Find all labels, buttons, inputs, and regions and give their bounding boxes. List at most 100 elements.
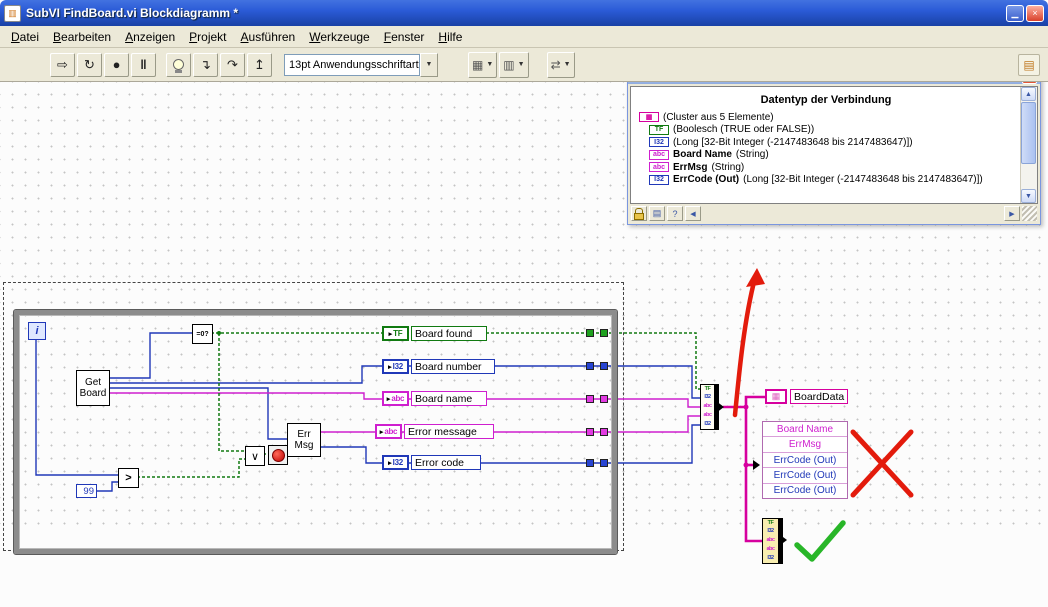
tunnel-string[interactable] <box>600 395 608 403</box>
highlight-execution-button[interactable] <box>166 52 191 77</box>
detailed-help-button[interactable]: ▤ <box>649 206 665 221</box>
menu-bar: Datei Bearbeiten Anzeigen Projekt Ausführen W… <box>0 26 1048 48</box>
minimize-button[interactable]: ▁ <box>1006 4 1024 22</box>
tunnel-boolean[interactable] <box>600 329 608 337</box>
menu-item-ausfhren[interactable]: Ausführen <box>234 28 303 46</box>
abort-button[interactable]: ● <box>104 52 129 77</box>
menu-item-datei[interactable]: Datei <box>4 28 46 46</box>
int-type-icon: I32 <box>649 137 669 148</box>
board-found-label[interactable]: Board found <box>411 326 487 341</box>
tunnel-int[interactable] <box>600 362 608 370</box>
bundle-row: I32 <box>704 394 711 401</box>
boarddata-label[interactable]: BoardData <box>790 389 849 404</box>
bundle-rows: TF I32 abc abc I32 <box>763 519 778 563</box>
step-over-button[interactable]: ↷ <box>220 52 245 77</box>
pause-button[interactable]: ‖ <box>131 52 156 77</box>
help-button[interactable]: ? <box>667 206 683 221</box>
abort-icon: ● <box>112 57 121 72</box>
tunnel-int[interactable] <box>586 362 594 370</box>
menu-item-projekt[interactable]: Projekt <box>182 28 233 46</box>
menu-item-hilfe[interactable]: Hilfe <box>431 28 469 46</box>
tunnel-string[interactable] <box>586 395 594 403</box>
reorder-objects-dropdown[interactable]: ⇄ ▼ <box>546 51 575 78</box>
font-selector[interactable]: 13pt Anwendungsschriftart ▼ <box>284 52 438 77</box>
output-arrow-icon: ▸ <box>388 363 392 371</box>
loop-condition-terminal[interactable] <box>268 445 288 465</box>
cluster-list-row[interactable]: ErrCode (Out) <box>763 468 847 484</box>
menu-item-anzeigen[interactable]: Anzeigen <box>118 28 182 46</box>
stop-icon <box>271 448 285 462</box>
align-objects-dropdown[interactable]: ▦ ▼ <box>468 51 498 78</box>
context-help-heading: Datentyp der Verbindung <box>760 94 892 106</box>
distribute-objects-dropdown[interactable]: ▥ ▼ <box>499 51 529 78</box>
error-message-terminal[interactable]: ▸ abc <box>375 424 402 439</box>
cluster-list-row[interactable]: ErrCode (Out) <box>763 453 847 469</box>
font-selector-value[interactable]: 13pt Anwendungsschriftart <box>284 53 420 76</box>
board-name-terminal[interactable]: ▸ abc <box>382 391 409 406</box>
menu-item-werkzeuge[interactable]: Werkzeuge <box>302 28 376 46</box>
scroll-down-button[interactable]: ▼ <box>1021 189 1036 203</box>
menu-item-fenster[interactable]: Fenster <box>377 28 432 46</box>
tunnel-string[interactable] <box>586 428 594 436</box>
type-label: I32 <box>392 458 404 467</box>
get-board-line2: Board <box>79 388 107 399</box>
wire-bundle-to-boarddata[interactable] <box>723 395 765 409</box>
window-titlebar[interactable]: ▥ SubVI FindBoard.vi Blockdiagramm * ▁ × <box>0 0 1048 26</box>
vertical-scrollbar[interactable]: ▲ ▼ <box>1020 87 1037 203</box>
scroll-left-button[interactable]: ◀ <box>685 206 701 221</box>
cluster-list-row[interactable]: ErrCode (Out) <box>763 484 847 498</box>
menu-item-bearbeiten[interactable]: Bearbeiten <box>46 28 118 46</box>
type-label: abc <box>384 427 398 436</box>
book-icon: ▤ <box>652 208 662 218</box>
font-dropdown-arrow-icon[interactable]: ▼ <box>420 52 438 77</box>
lock-help-button[interactable] <box>631 206 647 221</box>
equal-to-zero-node[interactable]: =0? <box>192 324 213 344</box>
toolbar-right-button[interactable]: ▤ <box>1018 53 1040 76</box>
iteration-terminal[interactable]: i <box>28 322 46 340</box>
tunnel-int[interactable] <box>586 459 594 467</box>
context-help-entry: abc Board Name (String) <box>649 149 1021 162</box>
greater-than-node[interactable]: > <box>118 468 139 488</box>
app-icon: ▥ <box>4 4 21 22</box>
cluster-list[interactable]: Board Name ErrMsg ErrCode (Out) ErrCode (Ou… <box>762 421 848 499</box>
tunnel-string[interactable] <box>600 428 608 436</box>
error-code-terminal[interactable]: ▸ I32 <box>382 455 409 470</box>
annotation-red-cross <box>850 429 914 498</box>
cluster-list-row[interactable]: ErrMsg <box>763 437 847 453</box>
board-number-label[interactable]: Board number <box>411 359 495 374</box>
board-found-terminal[interactable]: ▸ TF <box>382 326 409 341</box>
element-desc: (Cluster aus 5 Elemente) <box>663 111 774 123</box>
err-msg-subvi[interactable]: Err Msg <box>287 423 321 457</box>
close-button[interactable]: × <box>1026 4 1044 22</box>
run-button[interactable]: ⇨ <box>50 52 75 77</box>
scrollbar-thumb[interactable] <box>1021 102 1036 164</box>
resize-grip[interactable] <box>1022 206 1037 221</box>
annotation-red-arrow <box>732 275 758 418</box>
context-help-window[interactable]: Kontexthilfe × Datentyp der Verbindung ▦… <box>627 68 1041 225</box>
annotation-red-cross <box>850 429 914 498</box>
type-label: abc <box>391 394 405 403</box>
scroll-up-button[interactable]: ▲ <box>1021 87 1036 101</box>
step-out-button[interactable]: ↥ <box>247 52 272 77</box>
lock-icon <box>634 212 644 220</box>
step-into-button[interactable]: ↴ <box>193 52 218 77</box>
element-name: ErrCode (Out) <box>673 174 740 186</box>
context-help-entries: ▦ (Cluster aus 5 Elemente) TF (Boolesch (TR… <box>631 111 1021 186</box>
bundle-output-arrow-icon <box>716 401 724 413</box>
board-number-terminal[interactable]: ▸ I32 <box>382 359 409 374</box>
error-code-label[interactable]: Error code <box>411 455 481 470</box>
wire-cluster-branch-down[interactable] <box>744 407 762 543</box>
output-arrow-icon: ▸ <box>379 428 384 436</box>
bundle-row: abc <box>703 412 712 419</box>
boarddata-terminal[interactable]: ▦ <box>765 389 787 404</box>
constant-99[interactable]: 99 <box>76 484 97 498</box>
error-message-label[interactable]: Error message <box>404 424 494 439</box>
tunnel-boolean[interactable] <box>586 329 594 337</box>
get-board-subvi[interactable]: Get Board <box>76 370 110 406</box>
tunnel-int[interactable] <box>600 459 608 467</box>
run-continuous-button[interactable]: ↻ <box>77 52 102 77</box>
scroll-right-button[interactable]: ▶ <box>1004 206 1020 221</box>
board-name-label[interactable]: Board name <box>411 391 487 406</box>
cluster-list-row[interactable]: Board Name <box>763 422 847 438</box>
or-function-node[interactable]: ∨ <box>245 446 265 466</box>
